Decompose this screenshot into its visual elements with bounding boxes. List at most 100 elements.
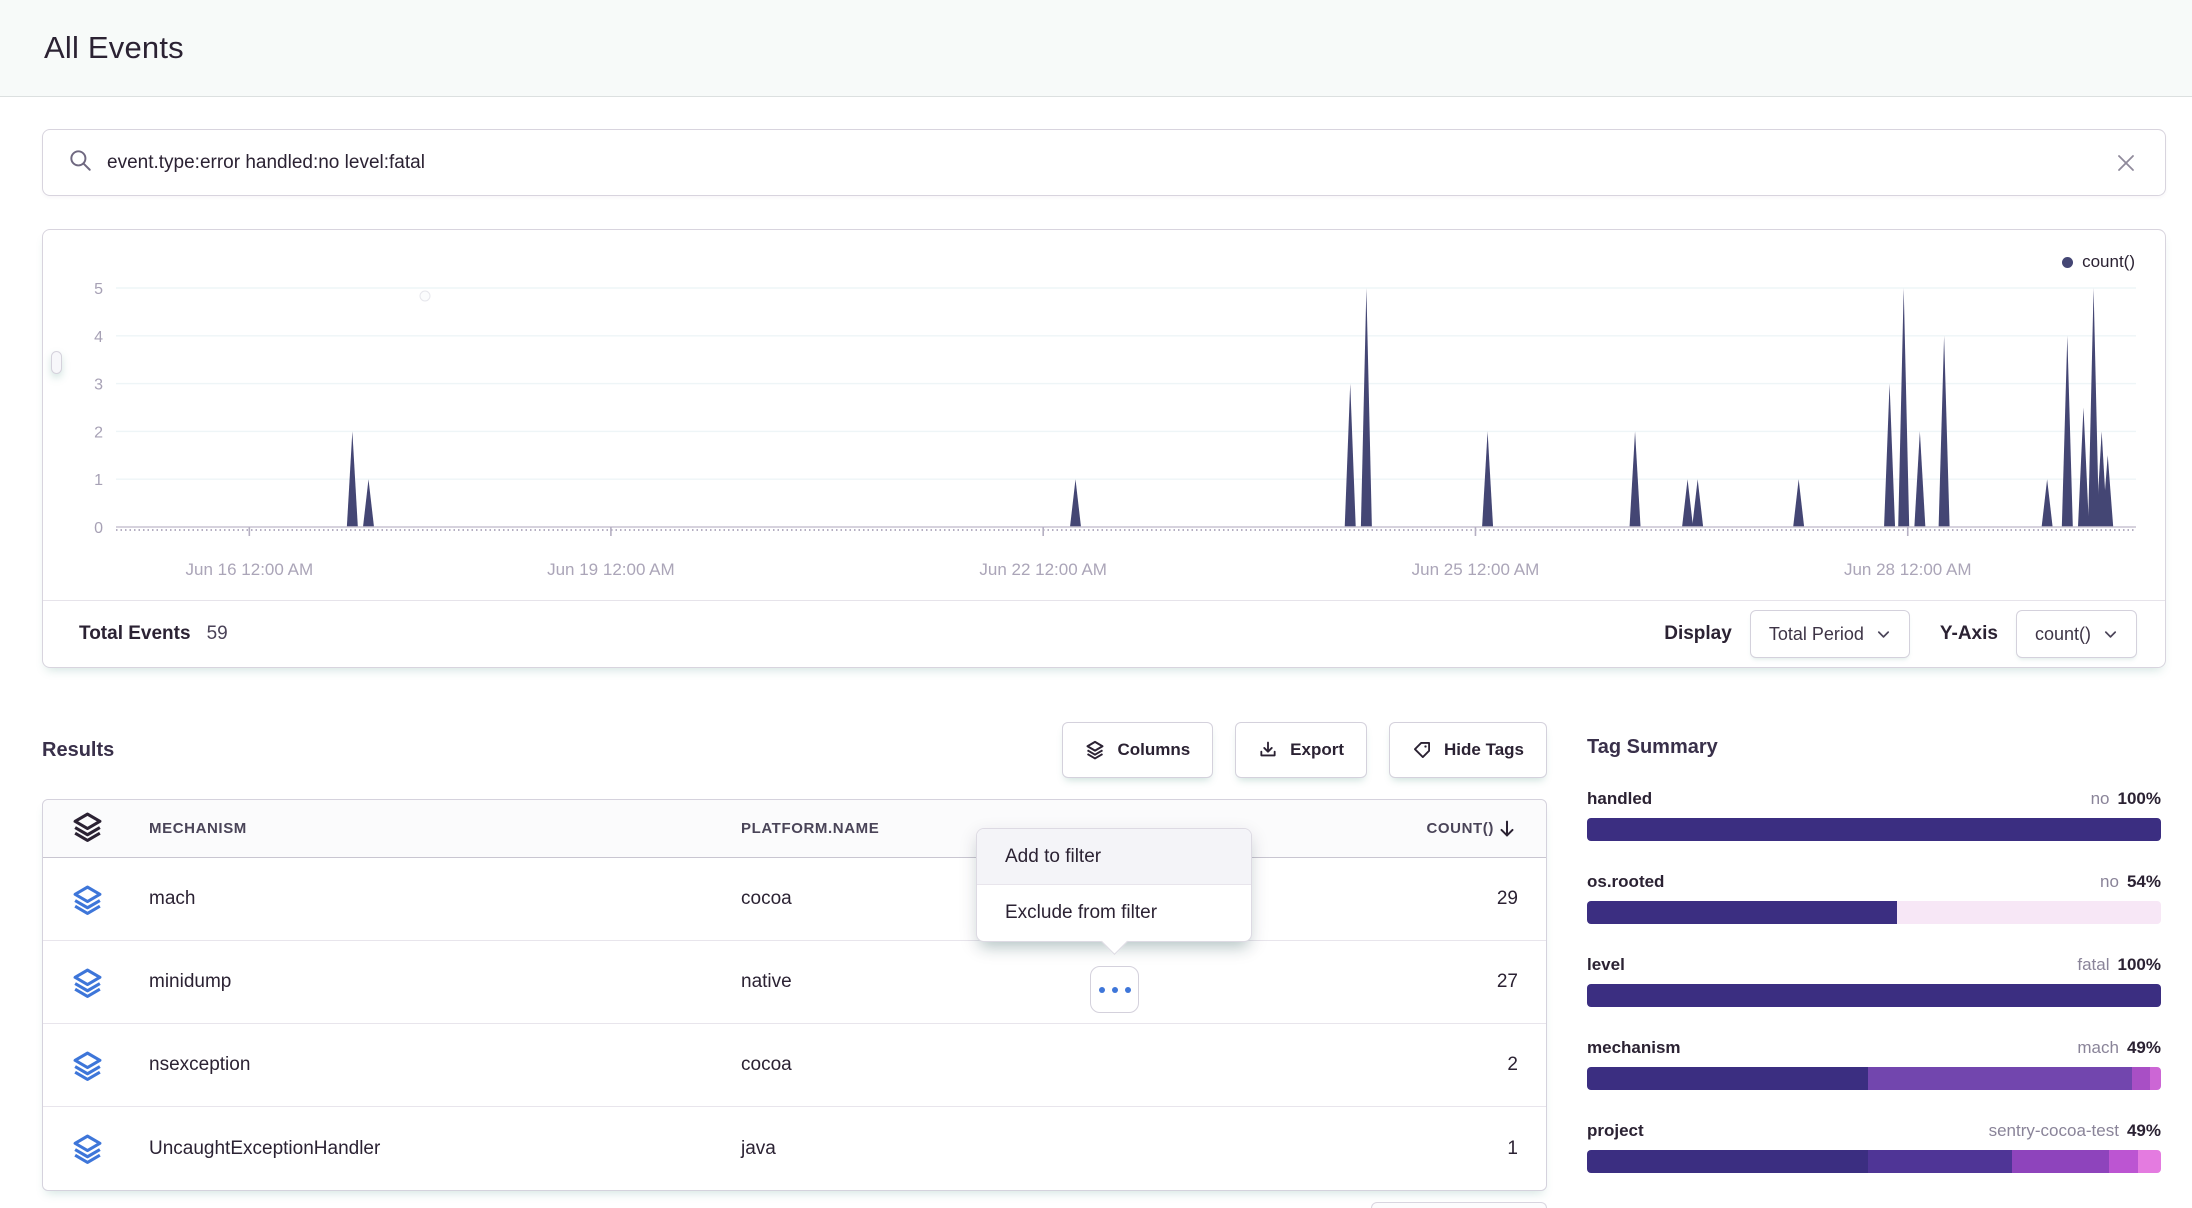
tag-bar-segment — [1587, 818, 2161, 841]
export-button[interactable]: Export — [1235, 722, 1367, 778]
results-heading: Results — [42, 739, 114, 762]
tag-top-value: mach — [2077, 1038, 2119, 1057]
tag-name: os.rooted — [1587, 872, 1664, 892]
tag-summary-row: handledno100% — [1587, 789, 2161, 841]
x-axis-tick-label: Jun 25 12:00 AM — [1412, 560, 1540, 579]
tag-bar-segment — [1587, 984, 2161, 1007]
tag-percentage: 100% — [2118, 955, 2161, 974]
results-toolbar: Columns Export Hide Tags — [1062, 722, 1547, 778]
y-axis-tick-label: 3 — [94, 377, 103, 394]
y-axis-tick-label: 2 — [94, 424, 103, 441]
tag-distribution-bar[interactable] — [1587, 1067, 2161, 1090]
search-bar — [42, 129, 2166, 196]
chart-spike — [1361, 288, 1372, 527]
sort-desc-arrow-icon — [1496, 818, 1518, 840]
tag-bar-segment — [2109, 1150, 2138, 1173]
search-input[interactable] — [107, 152, 2111, 174]
x-axis-tick-label: Jun 22 12:00 AM — [979, 560, 1107, 579]
chart-spike — [2078, 408, 2089, 528]
cell-platform-name: cocoa — [741, 1054, 1266, 1076]
x-axis-tick-label: Jun 16 12:00 AM — [186, 560, 314, 579]
tag-distribution-bar[interactable] — [1587, 901, 2161, 924]
hide-tags-button[interactable]: Hide Tags — [1389, 722, 1547, 778]
cell-count: 27 — [1266, 971, 1546, 993]
chart-spike — [1793, 479, 1804, 527]
tag-summary-row: level fatal 100% — [1587, 955, 2161, 1007]
tag-bar-segment — [2012, 1150, 2110, 1173]
pagination-button-partial[interactable] — [1371, 1202, 1547, 1208]
chart-spike — [1682, 479, 1693, 527]
tag-bar-segment — [1868, 1150, 2012, 1173]
stack-icon — [71, 883, 104, 916]
tag-percentage: 49% — [2127, 1121, 2161, 1140]
tag-summary-heading: Tag Summary — [1587, 736, 2161, 759]
table-row[interactable]: minidumpnative27 — [43, 941, 1546, 1024]
table-row[interactable]: nsexceptioncocoa2 — [43, 1024, 1546, 1107]
cell-mechanism: nsexception — [149, 1054, 741, 1076]
tag-bar-segment — [1587, 1067, 1868, 1090]
events-chart-svg: 012345Jun 16 12:00 AMJun 19 12:00 AMJun … — [43, 230, 2167, 600]
export-download-icon — [1258, 740, 1278, 760]
tag-bar-segment — [1897, 901, 2161, 924]
x-axis-tick-label: Jun 19 12:00 AM — [547, 560, 675, 579]
column-header-mechanism[interactable]: MECHANISM — [149, 820, 741, 837]
chart-spike — [2088, 288, 2099, 527]
columns-stack-icon — [1085, 740, 1105, 760]
yaxis-dropdown[interactable]: count() — [2016, 610, 2137, 658]
tag-distribution-bar[interactable] — [1587, 984, 2161, 1007]
cell-count: 2 — [1266, 1054, 1546, 1076]
table-row[interactable]: UncaughtExceptionHandlerjava1 — [43, 1107, 1546, 1190]
chart-legend[interactable]: count() — [2062, 252, 2135, 272]
panel-drag-handle[interactable] — [51, 351, 62, 374]
y-axis-tick-label: 5 — [94, 281, 103, 298]
legend-series-dot — [2062, 257, 2073, 268]
clear-search-icon[interactable] — [2111, 148, 2141, 178]
tag-top-value: fatal — [2077, 955, 2109, 974]
tag-bar-segment — [2138, 1150, 2161, 1173]
menu-item-add-to-filter[interactable]: Add to filter — [977, 829, 1251, 885]
cell-mechanism: mach — [149, 888, 741, 910]
tag-name: level — [1587, 955, 1625, 975]
tag-distribution-bar[interactable] — [1587, 1150, 2161, 1173]
y-axis-tick-label: 4 — [94, 329, 103, 346]
main-content: 012345Jun 16 12:00 AMJun 19 12:00 AMJun … — [42, 129, 2166, 1208]
results-header: Results Columns Export Hide Tags — [42, 722, 1547, 778]
tag-summary-row: mechanismmach49% — [1587, 1038, 2161, 1090]
tag-summary-row: projectsentry-cocoa-test49% — [1587, 1121, 2161, 1173]
display-dropdown-value: Total Period — [1769, 624, 1864, 645]
tag-summary-row: os.rooted no 54% — [1587, 872, 2161, 924]
tag-distribution-bar[interactable] — [1587, 818, 2161, 841]
total-events-label: Total Events — [79, 623, 191, 645]
tag-top-value: no — [2100, 872, 2119, 891]
legend-series-label: count() — [2082, 252, 2135, 272]
cell-actions-ellipsis-button[interactable] — [1090, 966, 1139, 1013]
columns-button[interactable]: Columns — [1062, 722, 1213, 778]
cell-platform-name: java — [741, 1138, 1266, 1160]
search-icon — [67, 147, 93, 178]
tag-percentage: 100% — [2118, 789, 2161, 808]
tag-name: project — [1587, 1121, 1644, 1141]
events-chart-card: 012345Jun 16 12:00 AMJun 19 12:00 AMJun … — [42, 229, 2166, 668]
cell-context-menu: Add to filter Exclude from filter — [976, 828, 1252, 942]
cell-platform-name: native — [741, 971, 1266, 993]
table-row[interactable]: machcocoa29 — [43, 858, 1546, 941]
tag-bar-segment — [2150, 1067, 2161, 1090]
results-table: MECHANISM PLATFORM.NAME COUNT() machcoco… — [42, 799, 1547, 1191]
tag-percentage: 54% — [2127, 872, 2161, 891]
chart-footer: Total Events 59 Display Total Period Y-A… — [43, 600, 2165, 667]
cell-mechanism: UncaughtExceptionHandler — [149, 1138, 741, 1160]
yaxis-label: Y-Axis — [1940, 623, 1998, 645]
page-title: All Events — [44, 30, 184, 66]
button-label: Columns — [1117, 740, 1190, 760]
stack-icon — [71, 810, 104, 848]
display-dropdown[interactable]: Total Period — [1750, 610, 1910, 658]
total-events-value: 59 — [207, 623, 228, 645]
chart-spike — [1345, 384, 1356, 527]
column-header-count[interactable]: COUNT() — [1266, 818, 1546, 840]
display-label: Display — [1664, 623, 1732, 645]
table-header-row: MECHANISM PLATFORM.NAME COUNT() — [43, 800, 1546, 858]
stack-icon — [71, 1049, 104, 1082]
chevron-down-icon — [1876, 627, 1891, 642]
y-axis-tick-label: 0 — [94, 520, 103, 537]
events-chart[interactable]: 012345Jun 16 12:00 AMJun 19 12:00 AMJun … — [43, 230, 2165, 600]
